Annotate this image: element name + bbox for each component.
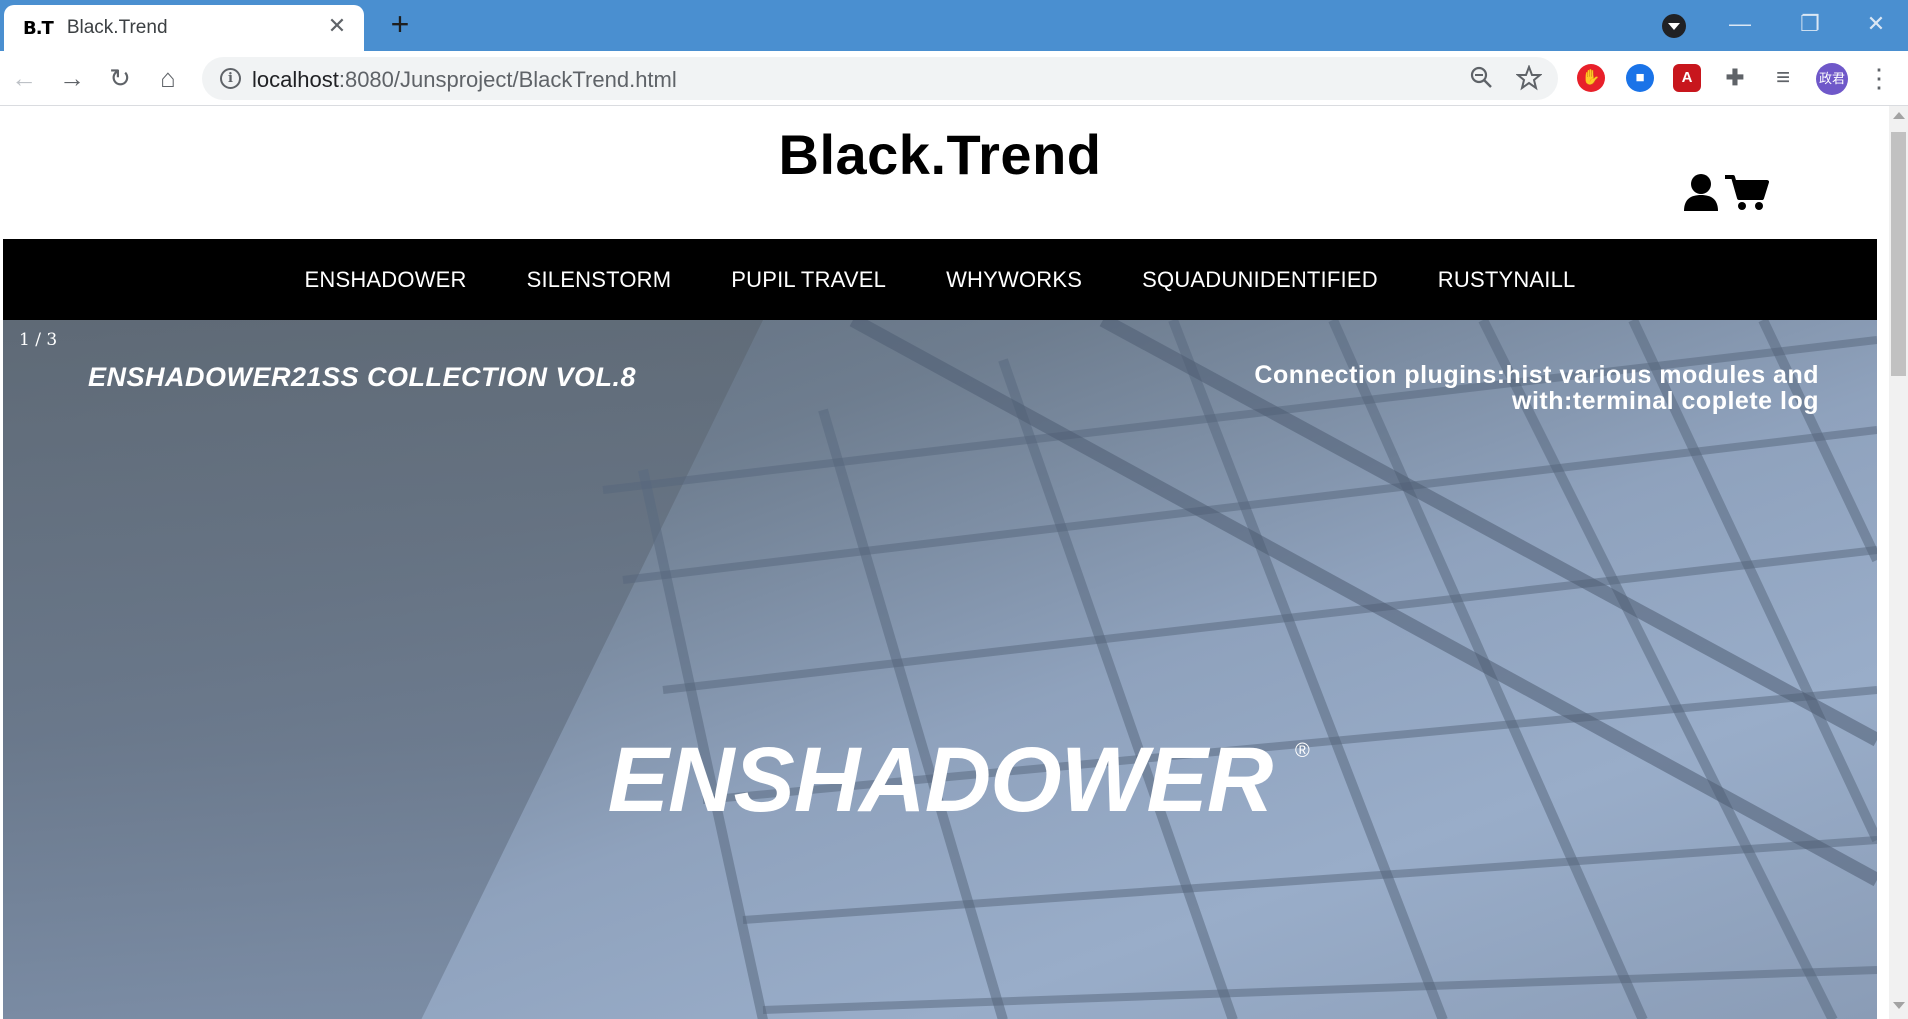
playlist-icon[interactable]: ≡	[1769, 64, 1797, 92]
tab-search-icon[interactable]	[1662, 14, 1686, 38]
hero-tagline-line-2: with:terminal coplete log	[1512, 387, 1819, 415]
puzzle-icon[interactable]: ✚	[1721, 64, 1749, 92]
minimize-button[interactable]: —	[1720, 8, 1760, 40]
address-bar[interactable]: i localhost:8080/Junsproject/BlackTrend.…	[202, 57, 1558, 100]
reload-icon[interactable]: ↻	[105, 63, 135, 93]
scroll-thumb[interactable]	[1891, 132, 1906, 376]
hero-collection-title: ENSHADOWER21SS COLLECTION VOL.8	[88, 362, 637, 392]
tab-favicon: B.T	[23, 17, 54, 39]
nav-item-silenstorm[interactable]: SILENSTORM	[527, 267, 672, 293]
adblock-icon[interactable]: ✋	[1577, 64, 1605, 92]
browser-menu-icon[interactable]: ⋮	[1866, 63, 1892, 93]
profile-avatar[interactable]: 政君	[1816, 63, 1848, 95]
hero-tagline-line-1: Connection plugins:hist various modules …	[1254, 361, 1819, 389]
page-scrollbar[interactable]	[1889, 106, 1908, 1019]
cart-icon[interactable]	[1725, 174, 1769, 212]
back-icon[interactable]: ←	[9, 63, 39, 93]
browser-tab[interactable]: B.T Black.Trend ✕	[4, 5, 364, 51]
forward-icon[interactable]: →	[57, 63, 87, 93]
hero-grid-image	[602, 320, 1877, 1019]
close-window-button[interactable]: ✕	[1856, 8, 1896, 40]
url-host: localhost	[252, 67, 339, 92]
browser-tabstrip: B.T Black.Trend ✕ + — ❐ ✕	[0, 0, 1908, 51]
hero-tagline: Connection plugins:hist various modules …	[1099, 362, 1819, 414]
site-logo[interactable]: Black.Trend	[0, 122, 1880, 187]
hero-slideshow[interactable]: 1 / 3 ENSHADOWER21SS COLLECTION VOL.8 Co…	[3, 320, 1877, 1019]
nav-item-enshadower[interactable]: ENSHADOWER	[305, 267, 467, 293]
star-icon[interactable]	[1515, 64, 1543, 93]
nav-item-squadunidentified[interactable]: SQUADUNIDENTIFIED	[1142, 267, 1378, 293]
tab-close-icon[interactable]: ✕	[326, 15, 348, 37]
scroll-down-icon[interactable]	[1893, 1002, 1905, 1009]
zoom-out-icon[interactable]	[1468, 65, 1496, 93]
user-icon[interactable]	[1683, 173, 1719, 211]
tab-title: Black.Trend	[66, 17, 168, 38]
hero-brand-wordmark: ENSHADOWER	[607, 729, 1274, 831]
page-viewport: Black.Trend ENSHADOWER SILENSTORM PUPIL …	[0, 106, 1889, 1019]
nav-item-whyworks[interactable]: WHYWORKS	[946, 267, 1082, 293]
slide-counter: 1 / 3	[19, 330, 58, 350]
scroll-up-icon[interactable]	[1893, 112, 1905, 119]
url-text[interactable]: localhost:8080/Junsproject/BlackTrend.ht…	[252, 67, 677, 93]
brand-navbar: ENSHADOWER SILENSTORM PUPIL TRAVEL WHYWO…	[3, 239, 1877, 320]
pdf-icon[interactable]: A	[1673, 64, 1701, 92]
nav-item-pupil-travel[interactable]: PUPIL TRAVEL	[731, 267, 886, 293]
new-tab-button[interactable]: +	[384, 8, 416, 41]
site-info-icon[interactable]: i	[220, 68, 241, 89]
nav-item-rustynaill[interactable]: RUSTYNAILL	[1438, 267, 1576, 293]
browser-toolbar: ← → ↻ ⌂ i localhost:8080/Junsproject/Bla…	[0, 51, 1908, 106]
bookmark-ext-icon[interactable]: ■	[1626, 64, 1654, 92]
registered-mark: ®	[1295, 740, 1310, 762]
url-path: :8080/Junsproject/BlackTrend.html	[338, 67, 677, 92]
restore-button[interactable]: ❐	[1790, 8, 1830, 40]
home-icon[interactable]: ⌂	[153, 63, 183, 93]
site-header: Black.Trend	[0, 106, 1889, 238]
